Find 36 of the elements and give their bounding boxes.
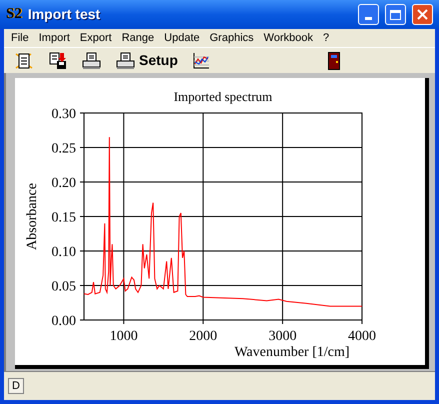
chart-title: Imported spectrum xyxy=(174,89,272,104)
door-icon[interactable] xyxy=(328,52,340,70)
x-tick-label: 3000 xyxy=(268,329,297,344)
y-tick-label: 0.25 xyxy=(52,142,76,156)
x-tick-label: 4000 xyxy=(348,329,376,344)
menu-item[interactable]: Import xyxy=(34,30,75,46)
maximize-button[interactable] xyxy=(385,4,406,25)
app-icon: S2 xyxy=(6,7,22,22)
printer-icon xyxy=(82,52,102,70)
close-button[interactable] xyxy=(412,4,433,25)
y-tick-label: 0.30 xyxy=(52,107,76,122)
x-tick-label: 2000 xyxy=(189,329,218,344)
save-icon[interactable] xyxy=(48,50,68,70)
printer-icon xyxy=(116,52,136,70)
y-tick-label: 0.10 xyxy=(52,245,76,260)
menu-item[interactable]: Workbook xyxy=(258,30,318,46)
chart-icon[interactable] xyxy=(192,52,210,70)
menu-item[interactable]: Update xyxy=(159,30,205,46)
minimize-button[interactable] xyxy=(358,4,379,25)
y-tick-label: 0.00 xyxy=(52,314,76,329)
menu-item[interactable]: File xyxy=(6,30,34,46)
status-cell: D xyxy=(8,378,24,394)
close-icon xyxy=(417,9,428,20)
x-tick-label: 1000 xyxy=(110,329,138,344)
y-axis-label: Absorbance xyxy=(25,183,40,250)
y-tick-label: 0.05 xyxy=(52,280,76,294)
x-axis-label: Wavenumber [1/cm] xyxy=(234,345,350,360)
print-setup-button[interactable]: Setup xyxy=(116,50,178,71)
new-document-icon[interactable] xyxy=(14,50,34,70)
y-tick-label: 0.15 xyxy=(52,210,76,226)
y-tick-label: 0.20 xyxy=(52,176,76,191)
menu-item[interactable]: Range xyxy=(116,30,160,46)
menu-item[interactable]: ? xyxy=(318,30,334,46)
menu-item[interactable]: Export xyxy=(74,30,117,46)
menu-item[interactable]: Graphics xyxy=(204,30,259,46)
window-title: Import test xyxy=(28,5,102,24)
